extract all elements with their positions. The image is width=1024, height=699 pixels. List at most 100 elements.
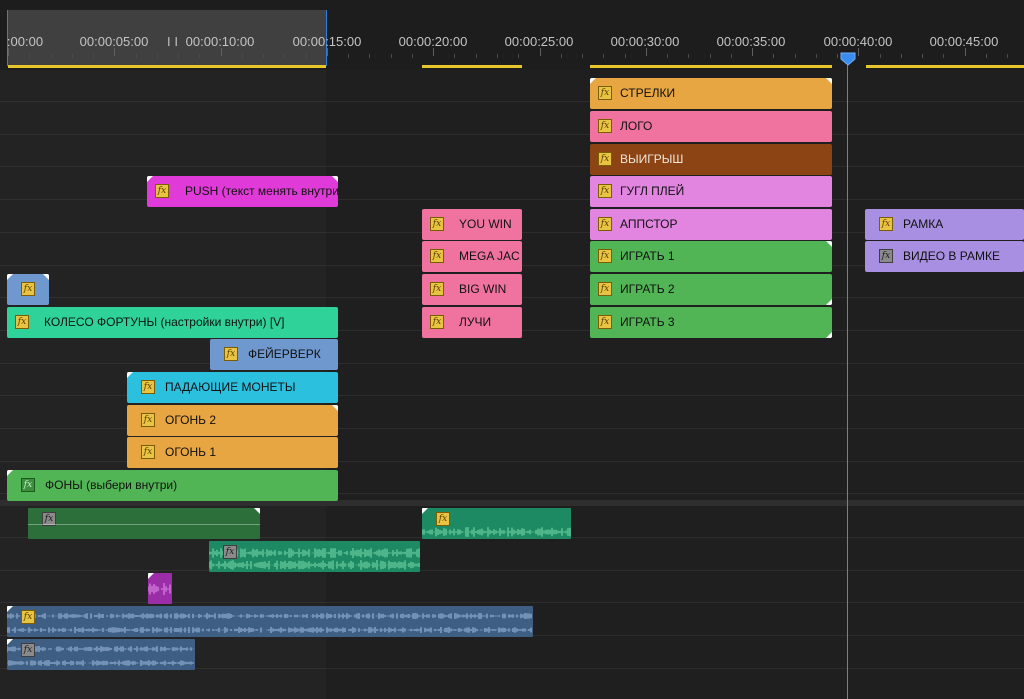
ruler-tick xyxy=(50,54,52,58)
audio-clip-5[interactable]: fx xyxy=(7,606,533,637)
ruler-tick xyxy=(71,54,73,58)
fx-badge-icon: fx xyxy=(224,347,238,361)
clip-you-win[interactable]: fx YOU WIN xyxy=(422,209,522,240)
ruler-tick xyxy=(709,54,711,58)
audio-track-lane xyxy=(0,670,1024,699)
clip-small-blue[interactable]: fx xyxy=(7,274,49,305)
clip-koleso-fortuny[interactable]: fx КОЛЕСО ФОРТУНЫ (настройки внутри) [V] xyxy=(7,307,338,338)
ruler-tick xyxy=(305,54,307,58)
clip-mega-jac[interactable]: fx MEGA JAC xyxy=(422,241,522,272)
fx-badge-icon: fx xyxy=(141,413,155,427)
timeline-panel[interactable]: ❙❙ :00:00 00:00:05:00 00:00:10:00 00:00:… xyxy=(0,0,1024,699)
clip-strelki[interactable]: fx СТРЕЛКИ xyxy=(590,78,832,109)
timecode-label: 00:00:25:00 xyxy=(504,34,574,49)
clip-fony[interactable]: fx ФОНЫ (выбери внутри) xyxy=(7,470,338,501)
ruler-tick xyxy=(603,54,605,58)
clip-video-v-ramke[interactable]: fx ВИДЕО В РАМКЕ xyxy=(865,241,1024,272)
playhead-handle-icon[interactable] xyxy=(840,52,856,66)
ruler-tick xyxy=(241,54,243,58)
timecode-label: 00:00:15:00 xyxy=(292,34,362,49)
clip-padayushchie-monety[interactable]: fx ПАДАЮЩИЕ МОНЕТЫ xyxy=(127,372,338,403)
audio-clip-4[interactable] xyxy=(148,573,172,604)
timecode-label: 00:00:20:00 xyxy=(398,34,468,49)
ruler-tick xyxy=(858,48,860,56)
ruler-tick xyxy=(815,54,817,58)
clip-ogon-1[interactable]: fx ОГОНЬ 1 xyxy=(127,437,338,468)
clip-label: YOU WIN xyxy=(459,217,512,231)
fx-badge-icon: fx xyxy=(598,152,612,166)
clip-igrat-3[interactable]: fx ИГРАТЬ 3 xyxy=(590,307,832,338)
pause-icon: ❙❙ xyxy=(165,36,181,46)
fx-badge-icon: fx xyxy=(879,217,893,231)
clip-label: ОГОНЬ 1 xyxy=(165,445,217,459)
fx-badge-icon: fx xyxy=(598,119,612,133)
playhead-line[interactable] xyxy=(847,60,848,699)
fx-badge-icon: fx xyxy=(598,217,612,231)
clip-logo[interactable]: fx ЛОГО xyxy=(590,111,832,142)
audio-waveform xyxy=(209,548,420,558)
clip-label: ЛУЧИ xyxy=(459,315,492,329)
ruler-tick xyxy=(326,48,328,56)
ruler-tick xyxy=(263,54,265,58)
clip-label: ИГРАТЬ 3 xyxy=(620,315,675,329)
ruler-tick xyxy=(667,54,669,58)
ruler-tick xyxy=(369,54,371,58)
clip-luchi[interactable]: fx ЛУЧИ xyxy=(422,307,522,338)
ruler-tick xyxy=(29,54,31,58)
audio-waveform xyxy=(7,646,194,652)
clip-label: ВИДЕО В РАМКЕ xyxy=(903,249,1000,263)
clip-igrat-2[interactable]: fx ИГРАТЬ 2 xyxy=(590,274,832,305)
fx-badge-icon: fx xyxy=(598,282,612,296)
clip-vyigrysh[interactable]: fx ВЫИГРЫШ xyxy=(590,144,832,175)
ruler-tick xyxy=(773,54,775,58)
work-area-bar[interactable] xyxy=(590,65,832,68)
timecode-label: 00:00:35:00 xyxy=(716,34,786,49)
clip-label: BIG WIN xyxy=(459,282,507,296)
audio-clip-1[interactable]: fx xyxy=(28,508,260,539)
ruler-tick xyxy=(645,48,647,56)
audio-clip-3[interactable]: fx xyxy=(209,541,420,572)
fx-badge-icon: fx xyxy=(879,249,893,263)
work-area-bar[interactable] xyxy=(8,65,326,68)
timecode-label: 00:00:45:00 xyxy=(929,34,999,49)
timecode-label: 00:00:10:00 xyxy=(185,34,255,49)
fx-badge-icon: fx xyxy=(430,282,444,296)
clip-feierverk[interactable]: fx ФЕЙЕРВЕРК xyxy=(210,339,338,370)
ruler-tick xyxy=(837,54,839,58)
fx-badge-icon: fx xyxy=(598,184,612,198)
ruler-tick xyxy=(985,54,987,58)
fx-badge-icon: fx xyxy=(21,478,35,492)
ruler-tick xyxy=(730,54,732,58)
ruler-tick xyxy=(900,54,902,58)
ruler-tick xyxy=(220,48,222,56)
clip-label: КОЛЕСО ФОРТУНЫ (настройки внутри) [V] xyxy=(44,315,285,329)
timecode-label: :00:00 xyxy=(6,34,44,49)
clip-label: PUSH (текст менять внутри xyxy=(185,184,338,198)
clip-label: ФОНЫ (выбери внутри) xyxy=(45,478,178,492)
clip-push[interactable]: fx PUSH (текст менять внутри xyxy=(147,176,338,207)
work-area-bar[interactable] xyxy=(866,65,1024,68)
fx-badge-icon: fx xyxy=(21,643,35,657)
fx-badge-icon: fx xyxy=(223,545,237,559)
ruler-tick xyxy=(348,54,350,58)
clip-label: ОГОНЬ 2 xyxy=(165,413,217,427)
audio-clip-6[interactable]: fx xyxy=(7,639,195,670)
ruler-tick xyxy=(752,48,754,56)
audio-waveform xyxy=(7,613,532,619)
clip-label: ЛОГО xyxy=(620,119,653,133)
ruler-tick xyxy=(1007,54,1009,58)
ruler-tick xyxy=(454,54,456,58)
audio-clip-2[interactable]: fx xyxy=(422,508,571,539)
ruler-tick xyxy=(922,54,924,58)
work-area-bar[interactable] xyxy=(422,65,522,68)
time-ruler[interactable]: ❙❙ :00:00 00:00:05:00 00:00:10:00 00:00:… xyxy=(0,0,1024,70)
clip-ogon-2[interactable]: fx ОГОНЬ 2 xyxy=(127,405,338,436)
ruler-tick xyxy=(390,54,392,58)
ruler-tick xyxy=(178,54,180,58)
clip-igrat-1[interactable]: fx ИГРАТЬ 1 xyxy=(590,241,832,272)
clip-ramka[interactable]: fx РАМКА xyxy=(865,209,1024,240)
clip-google-play[interactable]: fx ГУГЛ ПЛЕЙ xyxy=(590,176,832,207)
clip-appstore[interactable]: fx АППСТОР xyxy=(590,209,832,240)
ruler-tick xyxy=(539,48,541,56)
clip-big-win[interactable]: fx BIG WIN xyxy=(422,274,522,305)
